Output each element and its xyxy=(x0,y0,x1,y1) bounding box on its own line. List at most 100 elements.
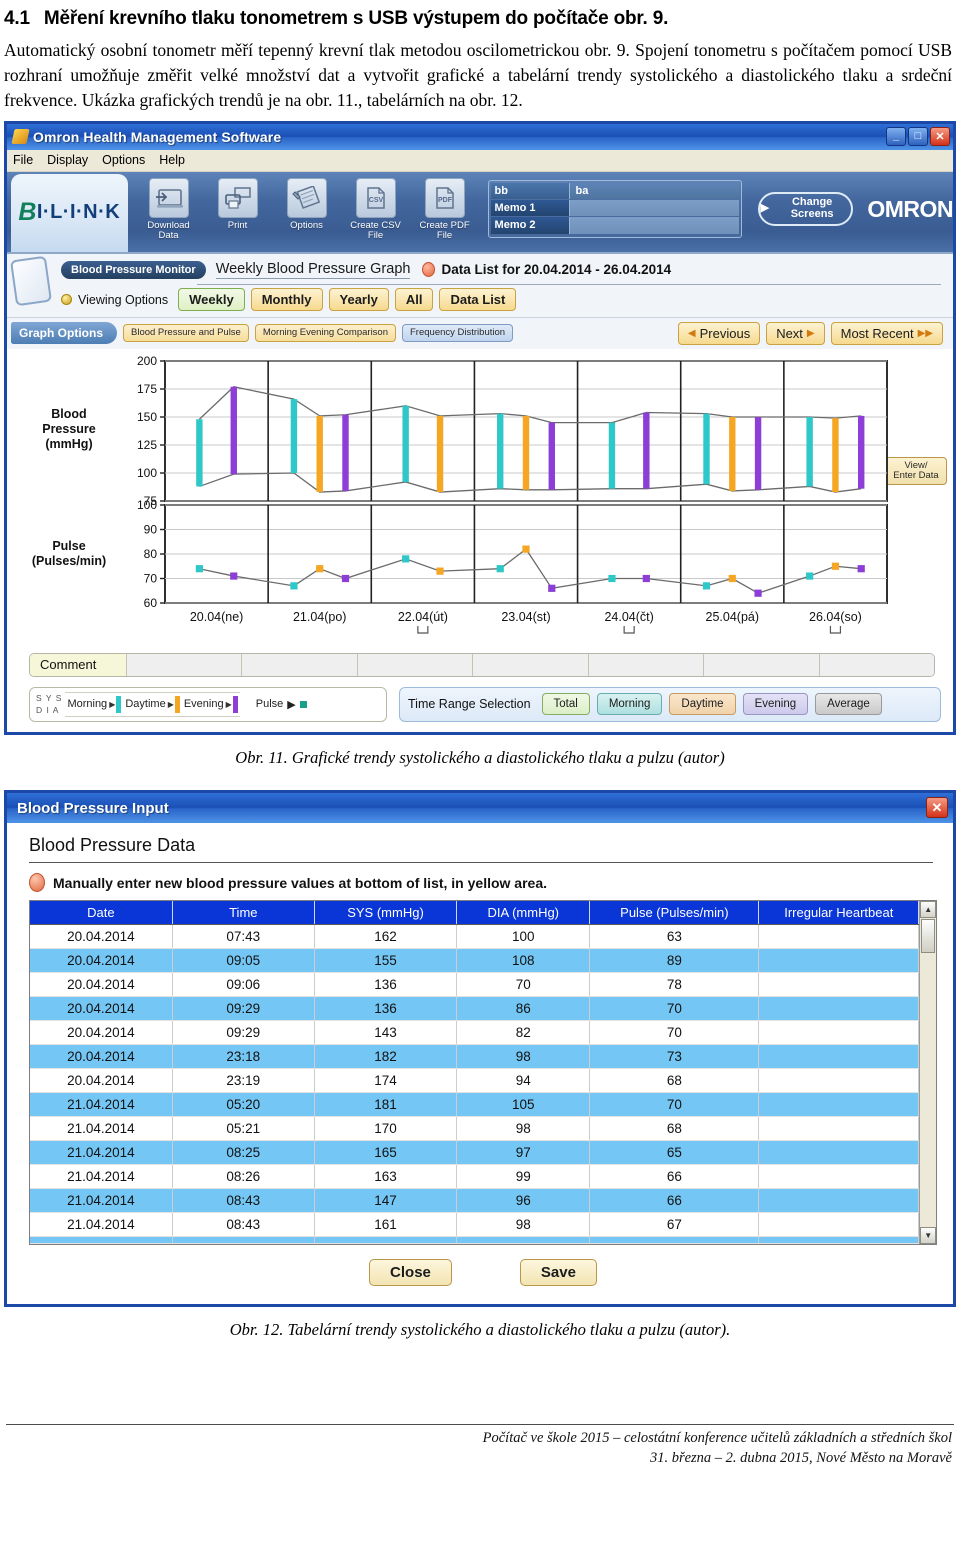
tab-yearly[interactable]: Yearly xyxy=(328,288,389,312)
table-cell[interactable]: 09:29 xyxy=(172,1020,315,1046)
table-cell[interactable]: 21.04.2014 xyxy=(30,1164,173,1190)
tab-all[interactable]: All xyxy=(394,288,434,312)
table-row[interactable]: 21.04.2014 08:43 161 98 67 xyxy=(30,1212,920,1238)
table-cell[interactable] xyxy=(456,1236,591,1245)
table-cell[interactable]: 86 xyxy=(456,996,591,1022)
table-cell[interactable]: 20.04.2014 xyxy=(30,1068,173,1094)
scroll-down-button[interactable]: ▼ xyxy=(920,1227,936,1245)
table-cell[interactable]: 98 xyxy=(456,1044,591,1070)
scrollbar-thumb[interactable] xyxy=(921,919,935,954)
menu-item-options[interactable]: Options xyxy=(102,153,145,167)
time-range-average[interactable]: Average xyxy=(815,693,882,716)
table-cell[interactable]: 70 xyxy=(589,1092,760,1118)
time-range-morning[interactable]: Morning xyxy=(596,693,663,716)
tab-data-list[interactable]: Data List xyxy=(439,288,517,312)
memo-input-1[interactable] xyxy=(568,199,740,217)
table-cell[interactable]: 98 xyxy=(456,1116,591,1142)
memo-input-2[interactable] xyxy=(568,217,740,234)
table-cell[interactable] xyxy=(30,1236,173,1245)
table-cell[interactable]: 65 xyxy=(589,1140,760,1166)
table-cell[interactable]: 21.04.2014 xyxy=(30,1092,173,1118)
graph-option-blood-pressure-and-pulse[interactable]: Blood Pressure and Pulse xyxy=(123,323,249,343)
table-cell[interactable]: 105 xyxy=(456,1092,591,1118)
table-cell[interactable]: 96 xyxy=(456,1188,591,1214)
table-cell[interactable]: 20.04.2014 xyxy=(30,1020,173,1046)
table-cell[interactable]: 08:25 xyxy=(172,1140,315,1166)
table-row[interactable]: 20.04.2014 23:18 182 98 73 xyxy=(30,1044,920,1070)
column-header-pulse[interactable]: Pulse (Pulses/min) xyxy=(589,901,760,926)
table-cell[interactable]: 165 xyxy=(314,1140,458,1166)
table-cell[interactable]: 63 xyxy=(589,924,760,950)
table-cell[interactable]: 181 xyxy=(314,1092,458,1118)
table-row[interactable]: 21.04.2014 05:21 170 98 68 xyxy=(30,1116,920,1142)
table-row[interactable]: 20.04.2014 07:43 162 100 63 xyxy=(30,924,920,950)
table-cell[interactable]: 68 xyxy=(589,1116,760,1142)
minimize-button[interactable]: _ xyxy=(886,126,906,146)
table-cell[interactable] xyxy=(758,1188,920,1214)
table-cell[interactable]: 66 xyxy=(589,1164,760,1190)
table-cell[interactable]: 162 xyxy=(314,924,458,950)
table-cell[interactable]: 20.04.2014 xyxy=(30,924,173,950)
table-cell[interactable]: 97 xyxy=(456,1140,591,1166)
table-cell[interactable]: 136 xyxy=(314,996,458,1022)
table-cell[interactable]: 09:05 xyxy=(172,948,315,974)
table-cell[interactable]: 70 xyxy=(456,972,591,998)
table-cell[interactable] xyxy=(758,972,920,998)
previous-button[interactable]: ◀ Previous xyxy=(677,321,761,345)
table-cell[interactable]: 21.04.2014 xyxy=(30,1188,173,1214)
comment-cell-7[interactable] xyxy=(818,653,934,676)
tab-monthly[interactable]: Monthly xyxy=(250,288,323,312)
table-cell[interactable] xyxy=(314,1236,458,1245)
next-button[interactable]: Next ▶ xyxy=(766,321,825,345)
table-cell[interactable]: 147 xyxy=(314,1188,458,1214)
most-recent-button[interactable]: Most Recent ▶▶ xyxy=(830,321,943,345)
table-cell[interactable]: 143 xyxy=(314,1020,458,1046)
table-cell[interactable]: 66 xyxy=(589,1188,760,1214)
time-range-total[interactable]: Total xyxy=(541,693,590,716)
table-cell[interactable]: 108 xyxy=(456,948,591,974)
table-cell[interactable]: 09:29 xyxy=(172,996,315,1022)
comment-cell-5[interactable] xyxy=(587,653,704,676)
table-cell[interactable]: 89 xyxy=(589,948,760,974)
table-cell[interactable]: 23:18 xyxy=(172,1044,315,1070)
table-row[interactable]: 21.04.2014 05:20 181 105 70 xyxy=(30,1092,920,1118)
table-cell[interactable] xyxy=(758,1212,920,1238)
table-row[interactable]: 21.04.2014 08:25 165 97 65 xyxy=(30,1140,920,1166)
table-cell[interactable]: 09:06 xyxy=(172,972,315,998)
table-cell[interactable]: 08:43 xyxy=(172,1212,315,1238)
table-cell[interactable]: 07:43 xyxy=(172,924,315,950)
table-cell[interactable] xyxy=(758,1236,920,1245)
comment-cell-6[interactable] xyxy=(703,653,819,676)
table-cell[interactable] xyxy=(758,1044,920,1070)
scroll-up-button[interactable]: ▲ xyxy=(920,901,936,919)
time-range-daytime[interactable]: Daytime xyxy=(669,693,736,716)
table-cell[interactable]: 70 xyxy=(589,996,760,1022)
table-cell[interactable] xyxy=(758,1164,920,1190)
table-row[interactable]: 21.04.2014 08:26 163 99 66 xyxy=(30,1164,920,1190)
table-cell[interactable]: 155 xyxy=(314,948,458,974)
table-cell[interactable]: 20.04.2014 xyxy=(30,1044,173,1070)
toolbar-create-pdf[interactable]: PDF Create PDF File xyxy=(414,177,476,242)
table-cell[interactable]: 08:26 xyxy=(172,1164,315,1190)
table-cell[interactable]: 170 xyxy=(314,1116,458,1142)
toolbar-create-csv[interactable]: CSV Create CSV File xyxy=(345,177,407,242)
toolbar-download-data[interactable]: Download Data xyxy=(138,177,200,242)
table-cell[interactable]: 20.04.2014 xyxy=(30,972,173,998)
graph-option-frequency-distribution[interactable]: Frequency Distribution xyxy=(402,323,514,343)
blood-pressure-monitor-pill[interactable]: Blood Pressure Monitor xyxy=(61,260,206,279)
table-cell[interactable]: 100 xyxy=(456,924,591,950)
time-range-evening[interactable]: Evening xyxy=(742,693,809,716)
table-cell[interactable]: 98 xyxy=(456,1212,591,1238)
table-row[interactable]: 20.04.2014 09:29 136 86 70 xyxy=(30,996,920,1022)
graph-option-morning-evening-comparison[interactable]: Morning Evening Comparison xyxy=(254,323,396,343)
table-cell[interactable] xyxy=(758,948,920,974)
close-button-bp[interactable]: Close xyxy=(369,1259,452,1287)
table-cell[interactable] xyxy=(758,1068,920,1094)
table-cell[interactable] xyxy=(758,1140,920,1166)
table-cell[interactable]: 67 xyxy=(589,1212,760,1238)
table-cell[interactable]: 05:21 xyxy=(172,1116,315,1142)
table-row[interactable]: 20.04.2014 23:19 174 94 68 xyxy=(30,1068,920,1094)
table-cell[interactable]: 182 xyxy=(314,1044,458,1070)
table-cell[interactable] xyxy=(758,1092,920,1118)
scrollbar-track[interactable] xyxy=(920,954,936,1227)
